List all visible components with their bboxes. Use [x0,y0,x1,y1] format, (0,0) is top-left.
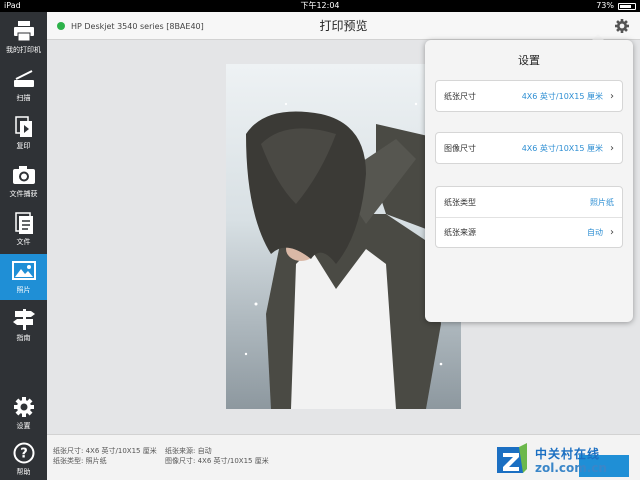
info-image-size: 图像尺寸: 4X6 英寸/10X15 厘米 [165,457,269,465]
sidebar-item-photos[interactable]: 照片 [0,254,47,300]
sidebar-item-label: 照片 [16,286,31,294]
page-title: 打印预览 [319,19,368,33]
sidebar-item-label: 指南 [16,334,31,342]
sidebar-item-label: 文件捕获 [9,190,38,198]
paper-size-value: 4X6 英寸/10X15 厘米 [521,91,603,101]
chevron-right-icon: › [610,90,614,102]
top-bar: HP Deskjet 3540 series [8BAE40] 打印预览 [47,12,640,40]
sidebar: 我的打印机 扫描 复印 文件捕获 文件 照片 指南 设置 ? 帮助 [0,12,47,480]
battery-status: 73% [596,0,636,12]
info-paper-source: 纸张来源: 自动 [165,447,212,455]
printer-icon [13,21,34,42]
scanner-icon [13,70,34,87]
paper-size-row[interactable]: 纸张尺寸 4X6 英寸/10X15 厘米 › [436,81,622,111]
image-size-row[interactable]: 图像尺寸 4X6 英寸/10X15 厘米 › [436,133,622,163]
paper-type-value: 照片纸 [590,197,614,207]
sidebar-item-label: 我的打印机 [6,46,41,54]
sidebar-item-label: 帮助 [16,468,31,476]
signpost-icon [12,309,35,330]
watermark-cn: 中关村在线 [535,447,601,461]
paper-source-value: 自动 [587,228,603,237]
popover-title: 设置 [518,54,540,67]
settings-popover: 设置 纸张尺寸 4X6 英寸/10X15 厘米 › 图像尺寸 4X6 英寸/10… [425,40,633,322]
info-paper-type: 纸张类型: 照片纸 [53,457,107,465]
paper-type-row[interactable]: 纸张类型 照片纸 [436,187,622,217]
sidebar-item-help[interactable]: ? 帮助 [0,436,47,480]
camera-icon [12,166,35,184]
sidebar-item-guide[interactable]: 指南 [0,302,47,348]
gear-icon [13,397,34,417]
battery-percent: 73% [596,1,614,10]
sidebar-item-copy[interactable]: 复印 [0,110,47,156]
paper-source-row[interactable]: 纸张来源 自动 › [436,217,622,247]
status-time: 下午12:04 [300,1,340,10]
print-info-bar: 纸张尺寸: 4X6 英寸/10X15 厘米 纸张类型: 照片纸 纸张来源: 自动… [47,434,640,480]
watermark: 中关村在线 zol.com.cn [495,443,640,480]
gear-icon[interactable] [614,18,630,34]
chevron-right-icon: › [610,142,614,154]
document-icon [14,212,33,234]
paper-size-label: 纸张尺寸 [444,91,476,101]
help-icon: ? [13,442,34,464]
image-size-value: 4X6 英寸/10X15 厘米 [521,143,603,153]
battery-icon [618,2,636,10]
sidebar-item-my-printer[interactable]: 我的打印机 [0,14,47,60]
zol-logo-icon [497,443,527,473]
sidebar-item-label: 扫描 [16,94,31,102]
paper-options-group: 纸张类型 照片纸 纸张来源 自动 › [435,186,623,248]
svg-text:?: ? [20,447,28,462]
photo-icon [11,261,36,280]
watermark-en: zol.com.cn [535,461,607,475]
copy-icon [14,116,32,137]
sidebar-item-label: 复印 [16,142,31,150]
chevron-right-icon: › [610,227,614,238]
image-size-label: 图像尺寸 [444,143,476,153]
sidebar-item-documents[interactable]: 文件 [0,206,47,252]
info-paper-size: 纸张尺寸: 4X6 英寸/10X15 厘米 [53,447,157,455]
paper-type-label: 纸张类型 [444,197,476,207]
status-bar: iPad 下午12:04 73% [0,0,640,12]
sidebar-item-document-capture[interactable]: 文件捕获 [0,158,47,204]
image-size-group: 图像尺寸 4X6 英寸/10X15 厘米 › [435,132,623,164]
sidebar-item-scan[interactable]: 扫描 [0,62,47,108]
sidebar-item-label: 设置 [16,422,31,430]
sidebar-item-settings[interactable]: 设置 [0,390,47,436]
paper-source-label: 纸张来源 [444,228,476,237]
sidebar-item-label: 文件 [16,238,31,246]
paper-size-group: 纸张尺寸 4X6 英寸/10X15 厘米 › [435,80,623,112]
